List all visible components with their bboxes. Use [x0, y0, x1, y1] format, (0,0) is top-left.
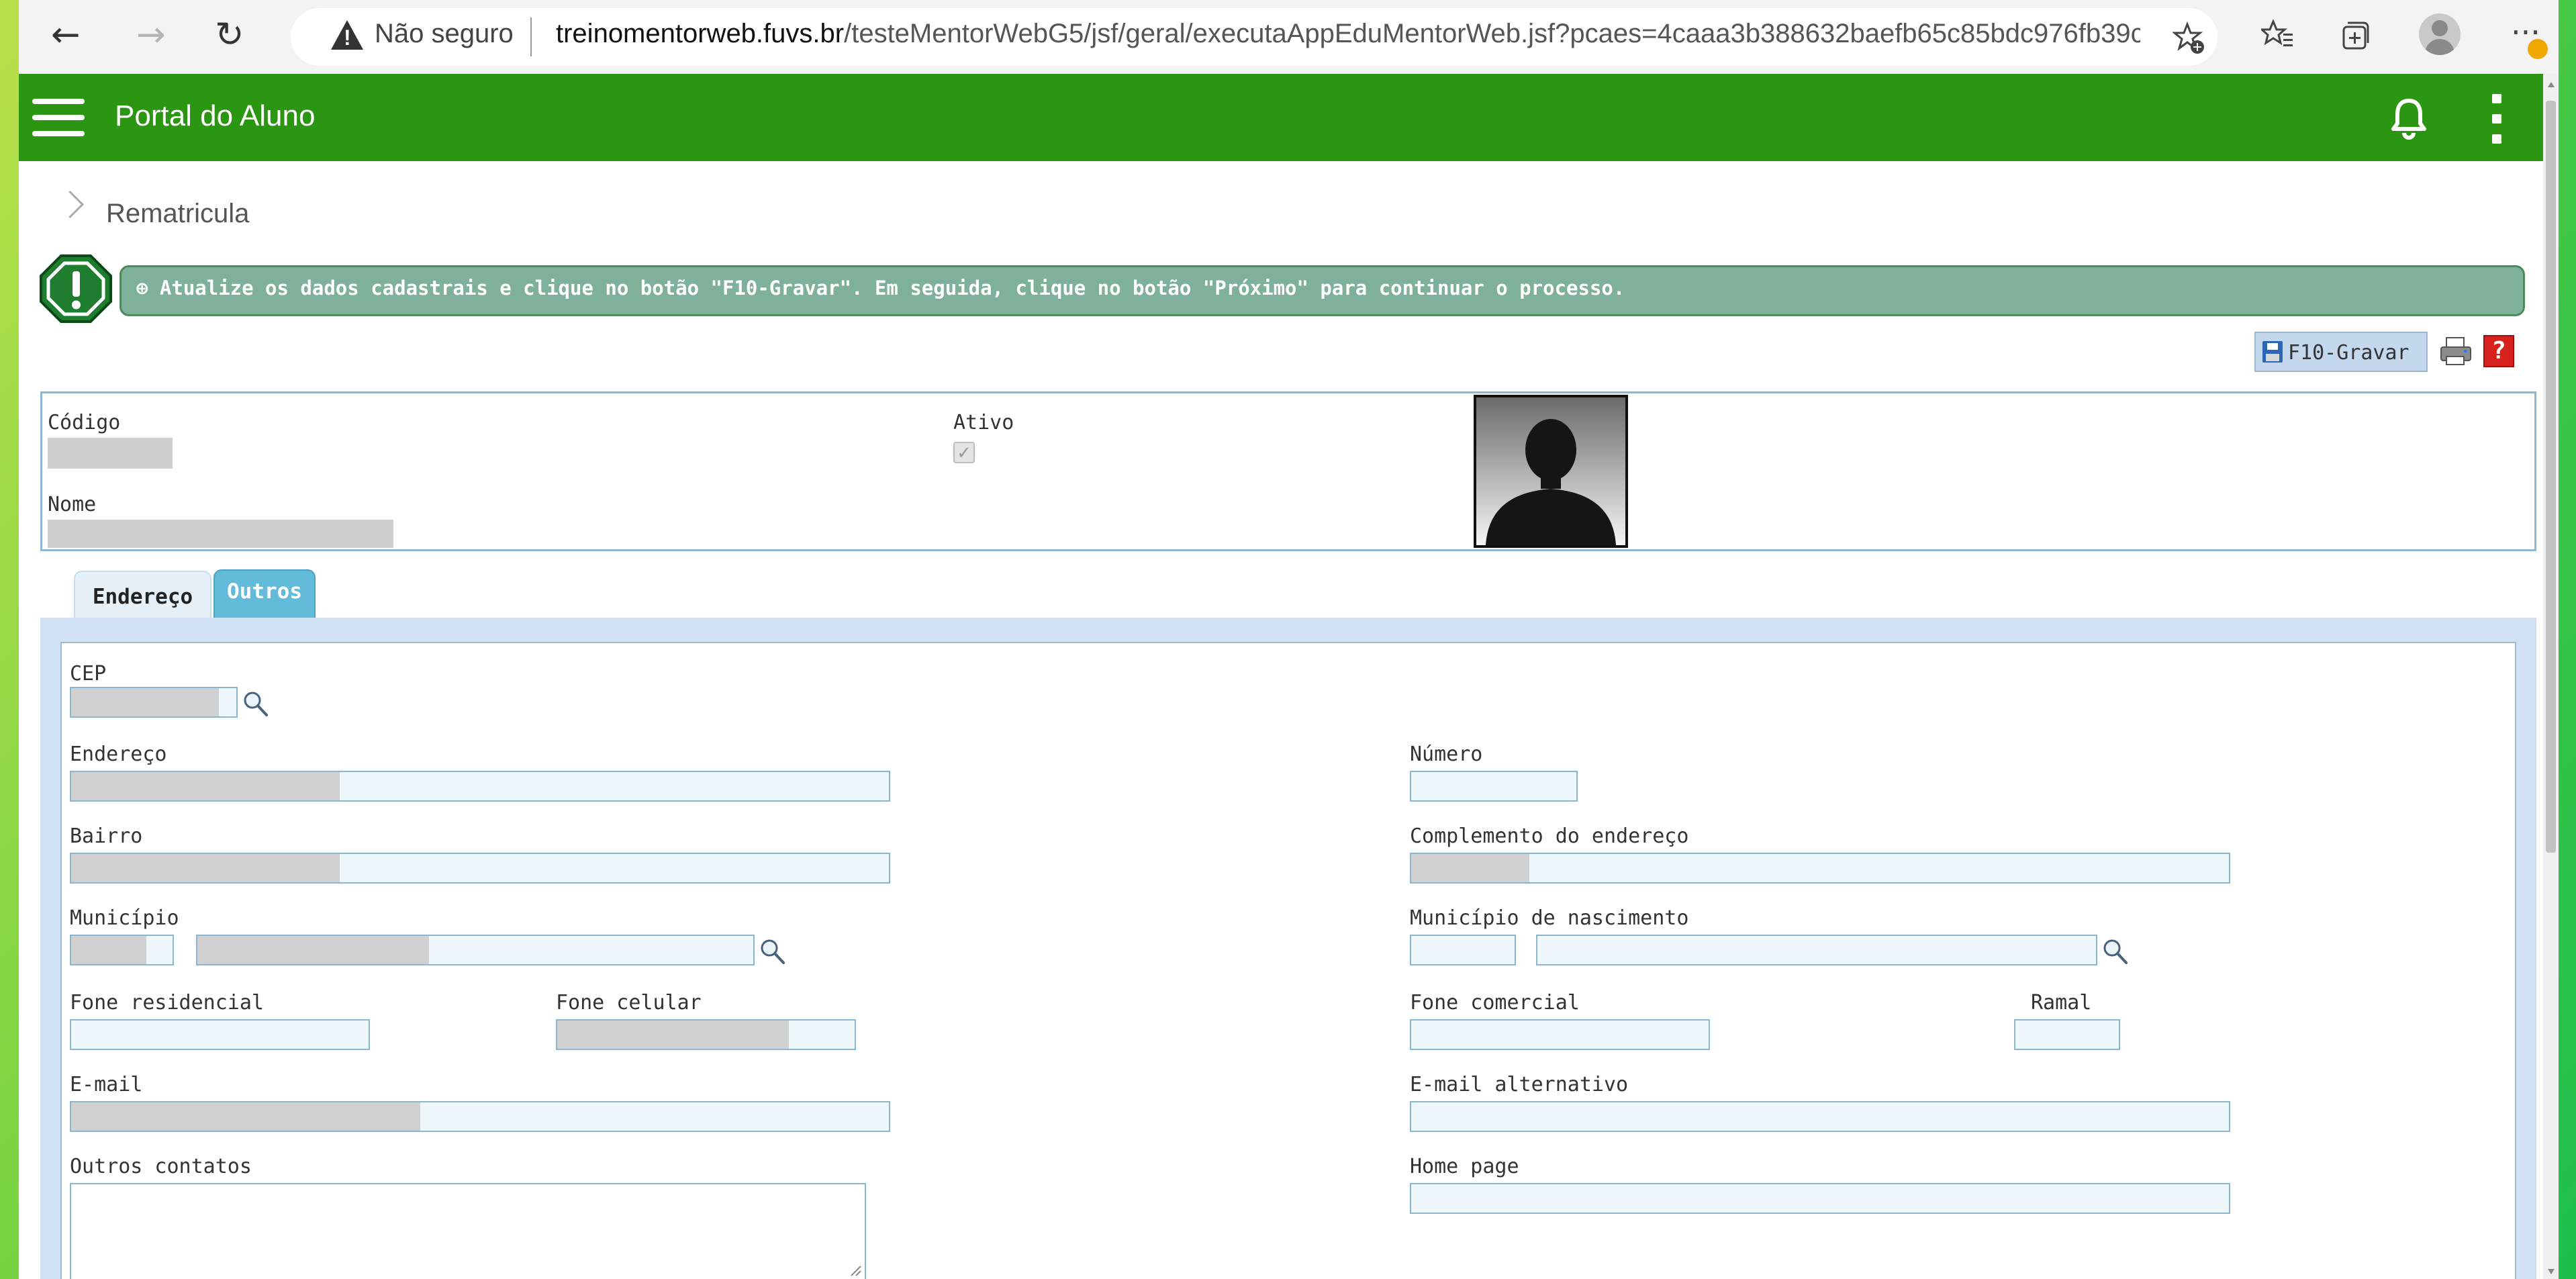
- address-tab-panel: CEP Endereço Número Bairro Complemento d…: [40, 618, 2536, 1279]
- municipio-search-icon[interactable]: [759, 937, 787, 967]
- person-silhouette-icon: [1486, 419, 1616, 545]
- email-alternativo-label: E-mail alternativo: [1410, 1073, 1629, 1096]
- fone-residencial-input[interactable]: [70, 1019, 370, 1050]
- municipio-nascimento-code-input[interactable]: [1410, 935, 1516, 965]
- home-page-label: Home page: [1410, 1155, 1519, 1178]
- fone-residencial-label: Fone residencial: [70, 991, 264, 1014]
- help-button[interactable]: ?: [2483, 335, 2514, 367]
- tab-endereco[interactable]: Endereço: [74, 571, 211, 619]
- municipio-nascimento-name-input[interactable]: [1536, 935, 2097, 965]
- ramal-label: Ramal: [2031, 991, 2092, 1014]
- security-status[interactable]: Não seguro: [375, 19, 514, 49]
- complemento-label: Complemento do endereço: [1410, 824, 1689, 848]
- app-title: Portal do Aluno: [115, 99, 316, 132]
- fone-celular-input[interactable]: [556, 1019, 856, 1050]
- cep-label: CEP: [70, 662, 107, 685]
- bairro-input[interactable]: [70, 853, 890, 884]
- address-separator: [530, 17, 532, 56]
- student-info-card: Código Nome Ativo ✓: [40, 391, 2536, 551]
- fone-comercial-label: Fone comercial: [1410, 991, 1580, 1014]
- fone-celular-label: Fone celular: [556, 991, 702, 1014]
- email-label: E-mail: [70, 1073, 143, 1096]
- app-header: Portal do Aluno: [19, 74, 2543, 161]
- breadcrumb-chevron-icon: [56, 190, 85, 219]
- warning-icon: [331, 20, 363, 50]
- printer-icon[interactable]: [2438, 335, 2473, 367]
- update-badge-icon: [2528, 39, 2548, 59]
- fone-comercial-input[interactable]: [1410, 1019, 1710, 1050]
- alert-exclamation-icon: [40, 254, 112, 323]
- cep-input[interactable]: [70, 687, 238, 718]
- municipio-name-input[interactable]: [196, 935, 755, 965]
- bairro-label: Bairro: [70, 824, 143, 848]
- municipio-code-input[interactable]: [70, 935, 174, 965]
- email-alternativo-input[interactable]: [1410, 1101, 2230, 1132]
- address-form: CEP Endereço Número Bairro Complemento d…: [60, 642, 2516, 1279]
- scroll-up-arrow-icon[interactable]: [2548, 82, 2555, 87]
- numero-input[interactable]: [1410, 771, 1578, 802]
- endereco-input[interactable]: [70, 771, 890, 802]
- outros-contatos-label: Outros contatos: [70, 1155, 252, 1178]
- outros-contatos-textarea[interactable]: [70, 1183, 866, 1279]
- email-value-redacted: [71, 1102, 420, 1131]
- resize-handle-icon[interactable]: [849, 1264, 862, 1277]
- nome-label: Nome: [48, 493, 97, 516]
- codigo-value-redacted: [48, 438, 173, 469]
- save-button-label: F10-Gravar: [2288, 341, 2410, 365]
- email-input[interactable]: [70, 1101, 890, 1132]
- municipio-nascimento-label: Município de nascimento: [1410, 906, 1689, 930]
- hamburger-menu-icon[interactable]: [32, 96, 85, 139]
- endereco-value-redacted: [71, 772, 340, 800]
- cep-search-icon[interactable]: [242, 690, 270, 719]
- breadcrumb[interactable]: Rematricula: [106, 199, 249, 229]
- url-path: /testeMentorWebG5/jsf/geral/executaAppEd…: [844, 19, 2140, 48]
- favorites-icon[interactable]: [2261, 19, 2295, 52]
- info-alert-bar: ⊕ Atualize os dados cadastrais e clique …: [120, 265, 2525, 316]
- complemento-input[interactable]: [1410, 853, 2230, 884]
- student-photo: [1474, 395, 1628, 548]
- notification-bell-icon[interactable]: [2385, 94, 2432, 141]
- codigo-label: Código: [48, 411, 121, 434]
- kebab-menu-icon[interactable]: [2491, 93, 2504, 146]
- ativo-label: Ativo: [953, 411, 1014, 434]
- ativo-checkbox[interactable]: ✓: [953, 442, 975, 463]
- url-host: treinomentorweb.fuvs.br: [556, 19, 845, 48]
- municipio-code-redacted: [71, 936, 146, 964]
- municipio-label: Município: [70, 906, 179, 930]
- complemento-value-redacted: [1411, 854, 1529, 882]
- add-favorite-star-icon[interactable]: [2173, 21, 2206, 55]
- fone-celular-redacted: [557, 1021, 789, 1049]
- scrollbar-thumb[interactable]: [2546, 101, 2556, 853]
- save-button[interactable]: F10-Gravar: [2254, 332, 2428, 372]
- page-scrollbar[interactable]: [2543, 74, 2559, 1279]
- municipio-name-redacted: [197, 936, 429, 964]
- nome-value-redacted: [48, 520, 393, 548]
- url-text[interactable]: treinomentorweb.fuvs.br/testeMentorWebG5…: [556, 19, 2140, 49]
- alert-message: ⊕ Atualize os dados cadastrais e clique …: [136, 277, 1625, 299]
- bairro-value-redacted: [71, 854, 340, 882]
- reload-icon[interactable]: ↻: [215, 15, 244, 55]
- numero-label: Número: [1410, 743, 1483, 766]
- ramal-input[interactable]: [2014, 1019, 2120, 1050]
- scroll-down-arrow-icon[interactable]: [2548, 1269, 2555, 1274]
- floppy-disk-icon: [2262, 341, 2283, 363]
- browser-window: ← → ↻ Não seguro treinomentorweb.fuvs.br…: [19, 0, 2559, 1279]
- browser-toolbar: ← → ↻ Não seguro treinomentorweb.fuvs.br…: [19, 0, 2559, 75]
- profile-avatar-icon[interactable]: [2419, 13, 2461, 55]
- collections-icon[interactable]: [2338, 19, 2372, 52]
- tab-outros[interactable]: Outros: [213, 569, 316, 619]
- forward-arrow-icon[interactable]: →: [136, 15, 166, 55]
- home-page-input[interactable]: [1410, 1183, 2230, 1214]
- endereco-label: Endereço: [70, 743, 167, 766]
- municipio-nascimento-search-icon[interactable]: [2101, 937, 2130, 967]
- cep-value-redacted: [71, 688, 219, 716]
- address-bar[interactable]: Não seguro treinomentorweb.fuvs.br/teste…: [291, 8, 2217, 66]
- back-arrow-icon[interactable]: ←: [51, 15, 81, 55]
